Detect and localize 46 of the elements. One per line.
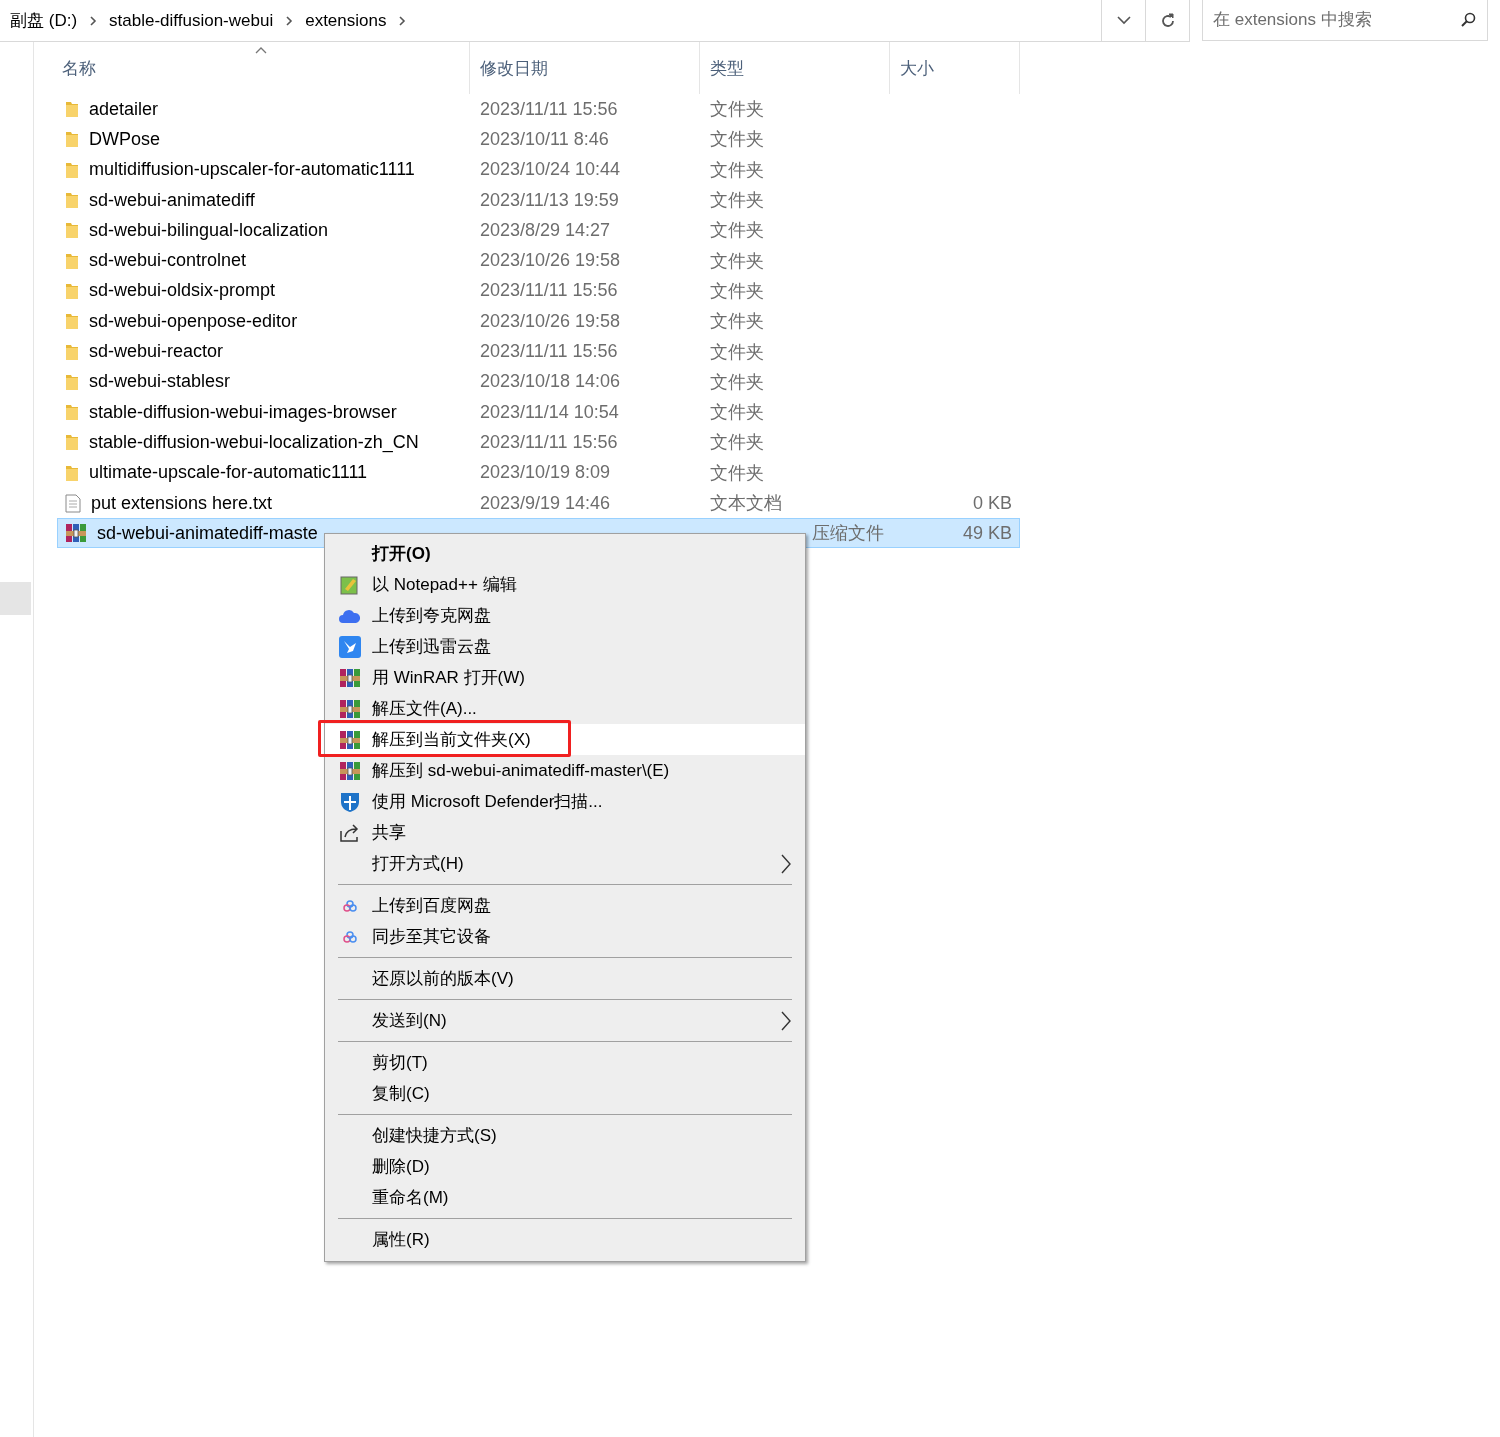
file-name: ultimate-upscale-for-automatic1111	[89, 462, 368, 484]
file-name: multidiffusion-upscaler-for-automatic1111	[89, 159, 415, 181]
modified-date: 2023/9/19 14:46	[479, 492, 611, 513]
file-name: sd-webui-openpose-editor	[89, 310, 298, 332]
file-type: 文件夹	[709, 129, 764, 150]
file-type: 文件夹	[709, 341, 764, 362]
file-type: 文件夹	[709, 432, 764, 453]
file-type: 文本文档	[709, 493, 782, 513]
modified-date: 2023/10/11 8:46	[479, 128, 609, 149]
file-name: sd-webui-bilingual-localization	[89, 219, 329, 241]
file-size: 49 KB	[962, 522, 1013, 544]
modified-date: 2023/10/18 14:06	[479, 371, 621, 392]
file-name: sd-webui-animatediff	[89, 189, 255, 211]
file-name: sd-webui-animatediff-maste	[97, 522, 318, 544]
modified-date: 2023/8/29 14:27	[479, 219, 611, 240]
modified-date: 2023/11/14 10:54	[479, 401, 619, 422]
file-name: sd-webui-oldsix-prompt	[89, 280, 276, 302]
file-type: 文件夹	[709, 220, 764, 241]
file-type: 文件夹	[709, 371, 764, 392]
modified-date: 2023/11/11 15:56	[479, 431, 618, 452]
file-name: sd-webui-stablesr	[89, 371, 231, 393]
file-name: stable-diffusion-webui-images-browser	[89, 401, 397, 423]
modified-date: 2023/10/19 8:09	[479, 462, 611, 483]
file-type: 文件夹	[709, 159, 764, 180]
modified-date: 2023/10/26 19:58	[479, 250, 621, 271]
modified-date: 2023/10/26 19:58	[479, 310, 621, 331]
file-type: 文件夹	[709, 99, 764, 120]
file-type: 文件夹	[709, 250, 764, 271]
modified-date: 2023/10/24 10:44	[479, 159, 621, 180]
file-type: 文件夹	[709, 311, 764, 332]
modified-date: 2023/11/11 15:56	[479, 280, 618, 301]
file-type: 文件夹	[709, 462, 764, 483]
file-type: 压缩文件	[811, 523, 884, 544]
file-type: 文件夹	[709, 280, 764, 301]
file-name: stable-diffusion-webui-localization-zh_CN	[89, 431, 419, 453]
modified-date: 2023/11/11 15:56	[479, 98, 618, 119]
modified-date: 2023/11/13 19:59	[479, 189, 619, 210]
file-type: 文件夹	[709, 402, 764, 423]
file-name: adetailer	[89, 98, 159, 120]
file-name: put extensions here.txt	[91, 492, 273, 514]
file-size: 0 KB	[972, 492, 1013, 514]
file-name: sd-webui-controlnet	[89, 250, 247, 272]
file-type: 文件夹	[709, 190, 764, 211]
file-name: sd-webui-reactor	[89, 341, 224, 362]
file-name: DWPose	[89, 128, 160, 150]
modified-date: 2023/11/11 15:56	[479, 341, 618, 361]
